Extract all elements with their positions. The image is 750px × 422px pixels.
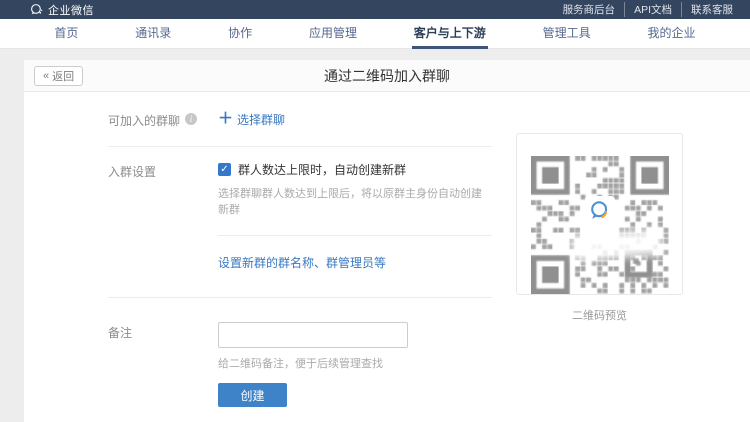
- nav-item-admin-tools[interactable]: 管理工具: [541, 19, 593, 49]
- auto-create-group-checkbox[interactable]: ✓: [218, 163, 231, 176]
- plus-icon: ＋: [218, 113, 233, 125]
- nav-item-my-company[interactable]: 我的企业: [645, 19, 697, 49]
- app-logo[interactable]: 企业微信: [30, 2, 94, 18]
- remark-helper-text: 给二维码备注，便于后续管理查找: [218, 355, 492, 371]
- nav-item-home[interactable]: 首页: [52, 19, 80, 49]
- topbar: 企业微信 服务商后台 API文档 联系客服: [0, 0, 750, 19]
- screen: 企业微信 服务商后台 API文档 联系客服 首页 通讯录 协作 应用管理 客户与…: [0, 0, 750, 422]
- checkmark-icon: ✓: [220, 164, 228, 175]
- page-title: 通过二维码加入群聊: [24, 60, 750, 92]
- row-join-settings: 入群设置 ✓ 群人数达上限时，自动创建新群 选择群聊群人数达到上限后，将以原群主…: [108, 161, 492, 217]
- joinable-groups-label: 可加入的群聊 i: [108, 110, 218, 129]
- wecom-bubble-icon: [30, 3, 43, 16]
- topbar-link-api-docs[interactable]: API文档: [624, 2, 681, 17]
- new-group-settings-link[interactable]: 设置新群的群名称、群管理员等: [218, 254, 386, 271]
- topbar-link-provider-console[interactable]: 服务商后台: [554, 2, 625, 17]
- qr-preview-panel: [516, 133, 683, 295]
- topbar-link-contact-support[interactable]: 联系客服: [681, 2, 742, 17]
- topbar-links: 服务商后台 API文档 联系客服: [554, 2, 742, 17]
- join-settings-label: 入群设置: [108, 161, 218, 217]
- nav-item-collaboration[interactable]: 协作: [226, 19, 254, 49]
- content-card: «返回 通过二维码加入群聊 可加入的群聊 i ＋ 选择群聊: [24, 60, 750, 422]
- divider: [108, 297, 492, 298]
- card-body: 可加入的群聊 i ＋ 选择群聊 入群设置: [24, 92, 750, 422]
- remark-input[interactable]: [218, 322, 408, 348]
- nav-item-app-management[interactable]: 应用管理: [307, 19, 359, 49]
- divider: [108, 146, 492, 147]
- create-qr-form: 可加入的群聊 i ＋ 选择群聊 入群设置: [108, 110, 492, 407]
- qr-preview-section: 二维码预览: [516, 133, 683, 323]
- remark-label: 备注: [108, 322, 218, 407]
- wecom-qr-center-logo-icon: [585, 196, 615, 226]
- row-new-group-settings: 设置新群的群名称、群管理员等: [108, 254, 492, 272]
- divider: [218, 235, 492, 236]
- join-settings-helper-text: 选择群聊群人数达到上限后，将以原群主身份自动创建新群: [218, 185, 492, 217]
- info-icon[interactable]: i: [185, 113, 197, 125]
- select-group-link[interactable]: ＋ 选择群聊: [218, 111, 285, 128]
- nav-item-customers-active[interactable]: 客户与上下游: [412, 19, 488, 49]
- app-logo-text: 企业微信: [48, 2, 94, 18]
- qr-preview-caption: 二维码预览: [516, 307, 683, 323]
- nav-item-contacts[interactable]: 通讯录: [133, 19, 173, 49]
- row-joinable-groups: 可加入的群聊 i ＋ 选择群聊: [108, 110, 492, 129]
- create-button[interactable]: 创建: [218, 383, 287, 407]
- auto-create-group-label[interactable]: 群人数达上限时，自动创建新群: [238, 161, 406, 178]
- main-navbar: 首页 通讯录 协作 应用管理 客户与上下游 管理工具 我的企业: [0, 19, 750, 49]
- card-header: «返回 通过二维码加入群聊: [24, 60, 750, 92]
- row-remark: 备注 给二维码备注，便于后续管理查找 创建: [108, 322, 492, 407]
